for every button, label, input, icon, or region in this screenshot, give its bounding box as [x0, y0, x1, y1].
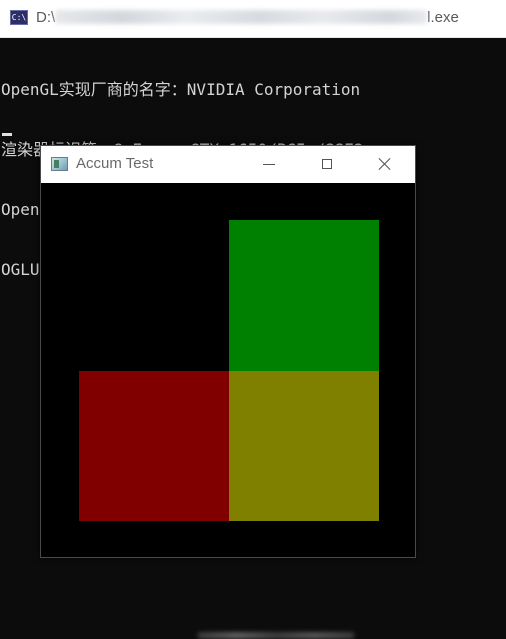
console-title-prefix: D:\: [36, 9, 56, 26]
accum-app-icon: [51, 157, 68, 171]
accum-test-window: Accum Test: [40, 145, 416, 558]
red-square: [79, 371, 229, 521]
redacted-path: [55, 10, 428, 24]
green-square: [229, 220, 379, 371]
accum-window-title: Accum Test: [76, 155, 154, 172]
maximize-icon: [322, 159, 332, 169]
close-button[interactable]: [362, 146, 408, 183]
redacted-bottom-text: [198, 632, 354, 639]
console-line-vendor: OpenGL实现厂商的名字：NVIDIA Corporation: [1, 80, 361, 99]
console-window-title: D:\ l.exe: [36, 9, 459, 26]
console-title-suffix: l.exe: [427, 9, 459, 26]
maximize-button[interactable]: [304, 146, 350, 183]
minimize-button[interactable]: [246, 146, 292, 183]
minimize-icon: [263, 164, 275, 165]
console-cursor: [2, 133, 12, 136]
console-titlebar[interactable]: C:\ D:\ l.exe: [0, 0, 506, 38]
yellow-overlap-square: [229, 371, 379, 521]
gl-render-viewport[interactable]: [41, 183, 415, 557]
console-app-icon: C:\: [10, 10, 28, 25]
accum-titlebar[interactable]: Accum Test: [41, 146, 415, 183]
close-icon: [378, 157, 392, 171]
